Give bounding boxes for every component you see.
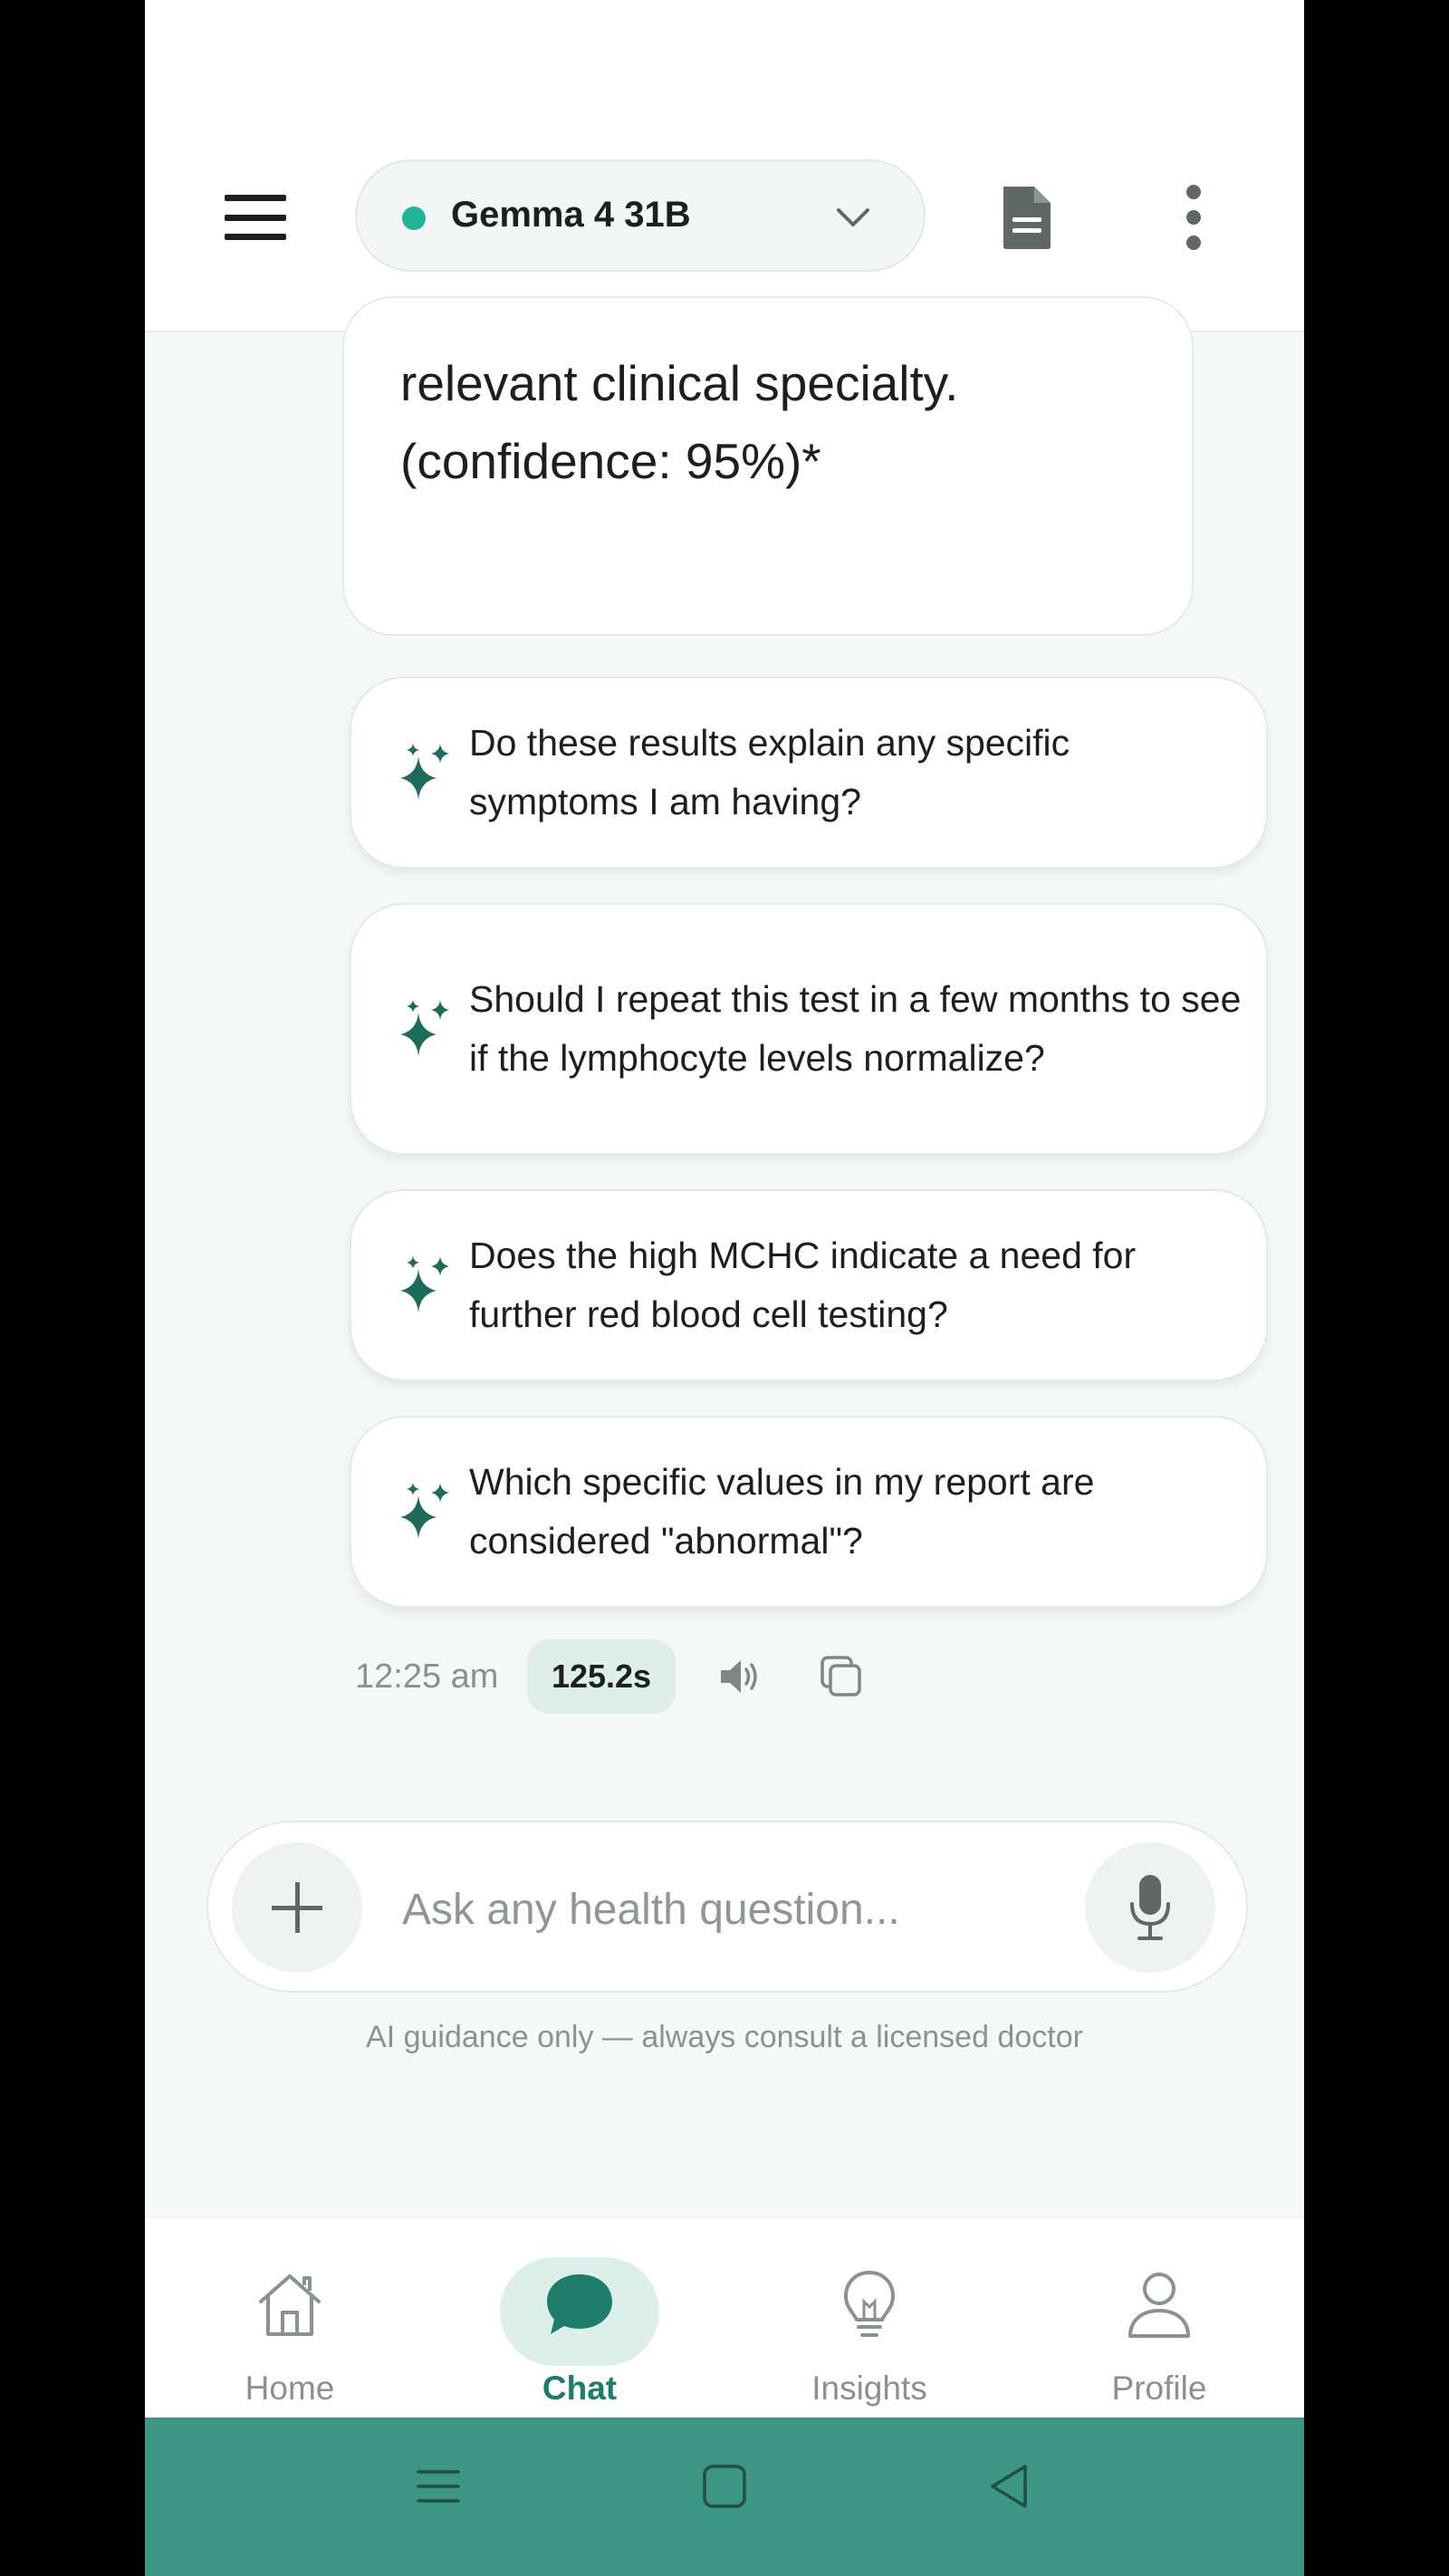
- suggestion-chip[interactable]: Should I repeat this test in a few month…: [350, 903, 1268, 1155]
- copy-icon[interactable]: [819, 1654, 864, 1699]
- suggestion-text: Which specific values in my report are c…: [469, 1461, 1095, 1562]
- suggestion-chip[interactable]: Does the high MCHC indicate a need for f…: [350, 1189, 1268, 1381]
- speaker-icon[interactable]: [717, 1656, 763, 1697]
- home-button-icon[interactable]: [701, 2463, 748, 2510]
- model-status-dot: [402, 207, 426, 230]
- nav-label: Chat: [542, 2369, 618, 2407]
- person-icon: [1128, 2273, 1190, 2338]
- nav-label: Home: [245, 2369, 335, 2407]
- suggestion-text: Do these results explain any specific sy…: [469, 722, 1070, 822]
- system-navigation-bar: [145, 2417, 1304, 2576]
- message-line: (confidence: 95%)*: [400, 433, 821, 489]
- message-meta: 12:25 am 125.2s: [355, 1639, 989, 1714]
- chat-icon: [547, 2274, 612, 2334]
- sparkle-icon: [400, 1256, 449, 1312]
- bottom-navigation: Home Chat Insights Profile: [145, 2216, 1304, 2419]
- nav-insights[interactable]: Insights: [770, 2218, 969, 2419]
- suggestion-text: Should I repeat this test in a few month…: [469, 978, 1242, 1079]
- attach-button[interactable]: [232, 1842, 362, 1973]
- sparkle-icon: [400, 1483, 449, 1539]
- message-line: relevant clinical specialty.: [400, 355, 959, 411]
- nav-label: Profile: [1111, 2369, 1207, 2407]
- microphone-icon: [1130, 1875, 1170, 1940]
- nav-label: Insights: [811, 2369, 927, 2407]
- more-vertical-icon[interactable]: [1183, 183, 1204, 252]
- suggestion-chip[interactable]: Do these results explain any specific sy…: [350, 677, 1268, 869]
- lightbulb-icon: [843, 2270, 896, 2337]
- disclaimer-text: AI guidance only — always consult a lice…: [366, 2020, 1083, 2054]
- nav-chat[interactable]: Chat: [480, 2218, 679, 2419]
- model-selector[interactable]: Gemma 4 31B: [355, 159, 926, 272]
- assistant-message-bubble: relevant clinical specialty. (confidence…: [342, 296, 1194, 636]
- suggestion-text: Does the high MCHC indicate a need for f…: [469, 1235, 1137, 1335]
- message-input[interactable]: [402, 1873, 1036, 1946]
- chevron-down-icon: [837, 208, 869, 226]
- response-duration-badge: 125.2s: [527, 1639, 676, 1714]
- app-screen: Gemma 4 31B relevant clinical specialty.…: [145, 0, 1304, 2576]
- menu-icon[interactable]: [225, 195, 286, 240]
- model-name: Gemma 4 31B: [451, 195, 691, 235]
- nav-profile[interactable]: Profile: [1060, 2218, 1259, 2419]
- sparkle-icon: [400, 744, 449, 800]
- recents-icon[interactable]: [415, 2463, 462, 2510]
- document-icon[interactable]: [998, 183, 1056, 252]
- chat-thread: relevant clinical specialty. (confidence…: [145, 296, 1304, 2216]
- sparkle-icon: [400, 1000, 449, 1056]
- message-time: 12:25 am: [355, 1658, 499, 1696]
- status-bar: [145, 0, 1304, 154]
- back-icon[interactable]: [985, 2463, 1032, 2510]
- home-icon: [259, 2274, 321, 2336]
- nav-home[interactable]: Home: [190, 2218, 389, 2419]
- voice-input-button[interactable]: [1085, 1842, 1215, 1973]
- suggestion-chip[interactable]: Which specific values in my report are c…: [350, 1416, 1268, 1608]
- message-composer: [206, 1821, 1248, 1993]
